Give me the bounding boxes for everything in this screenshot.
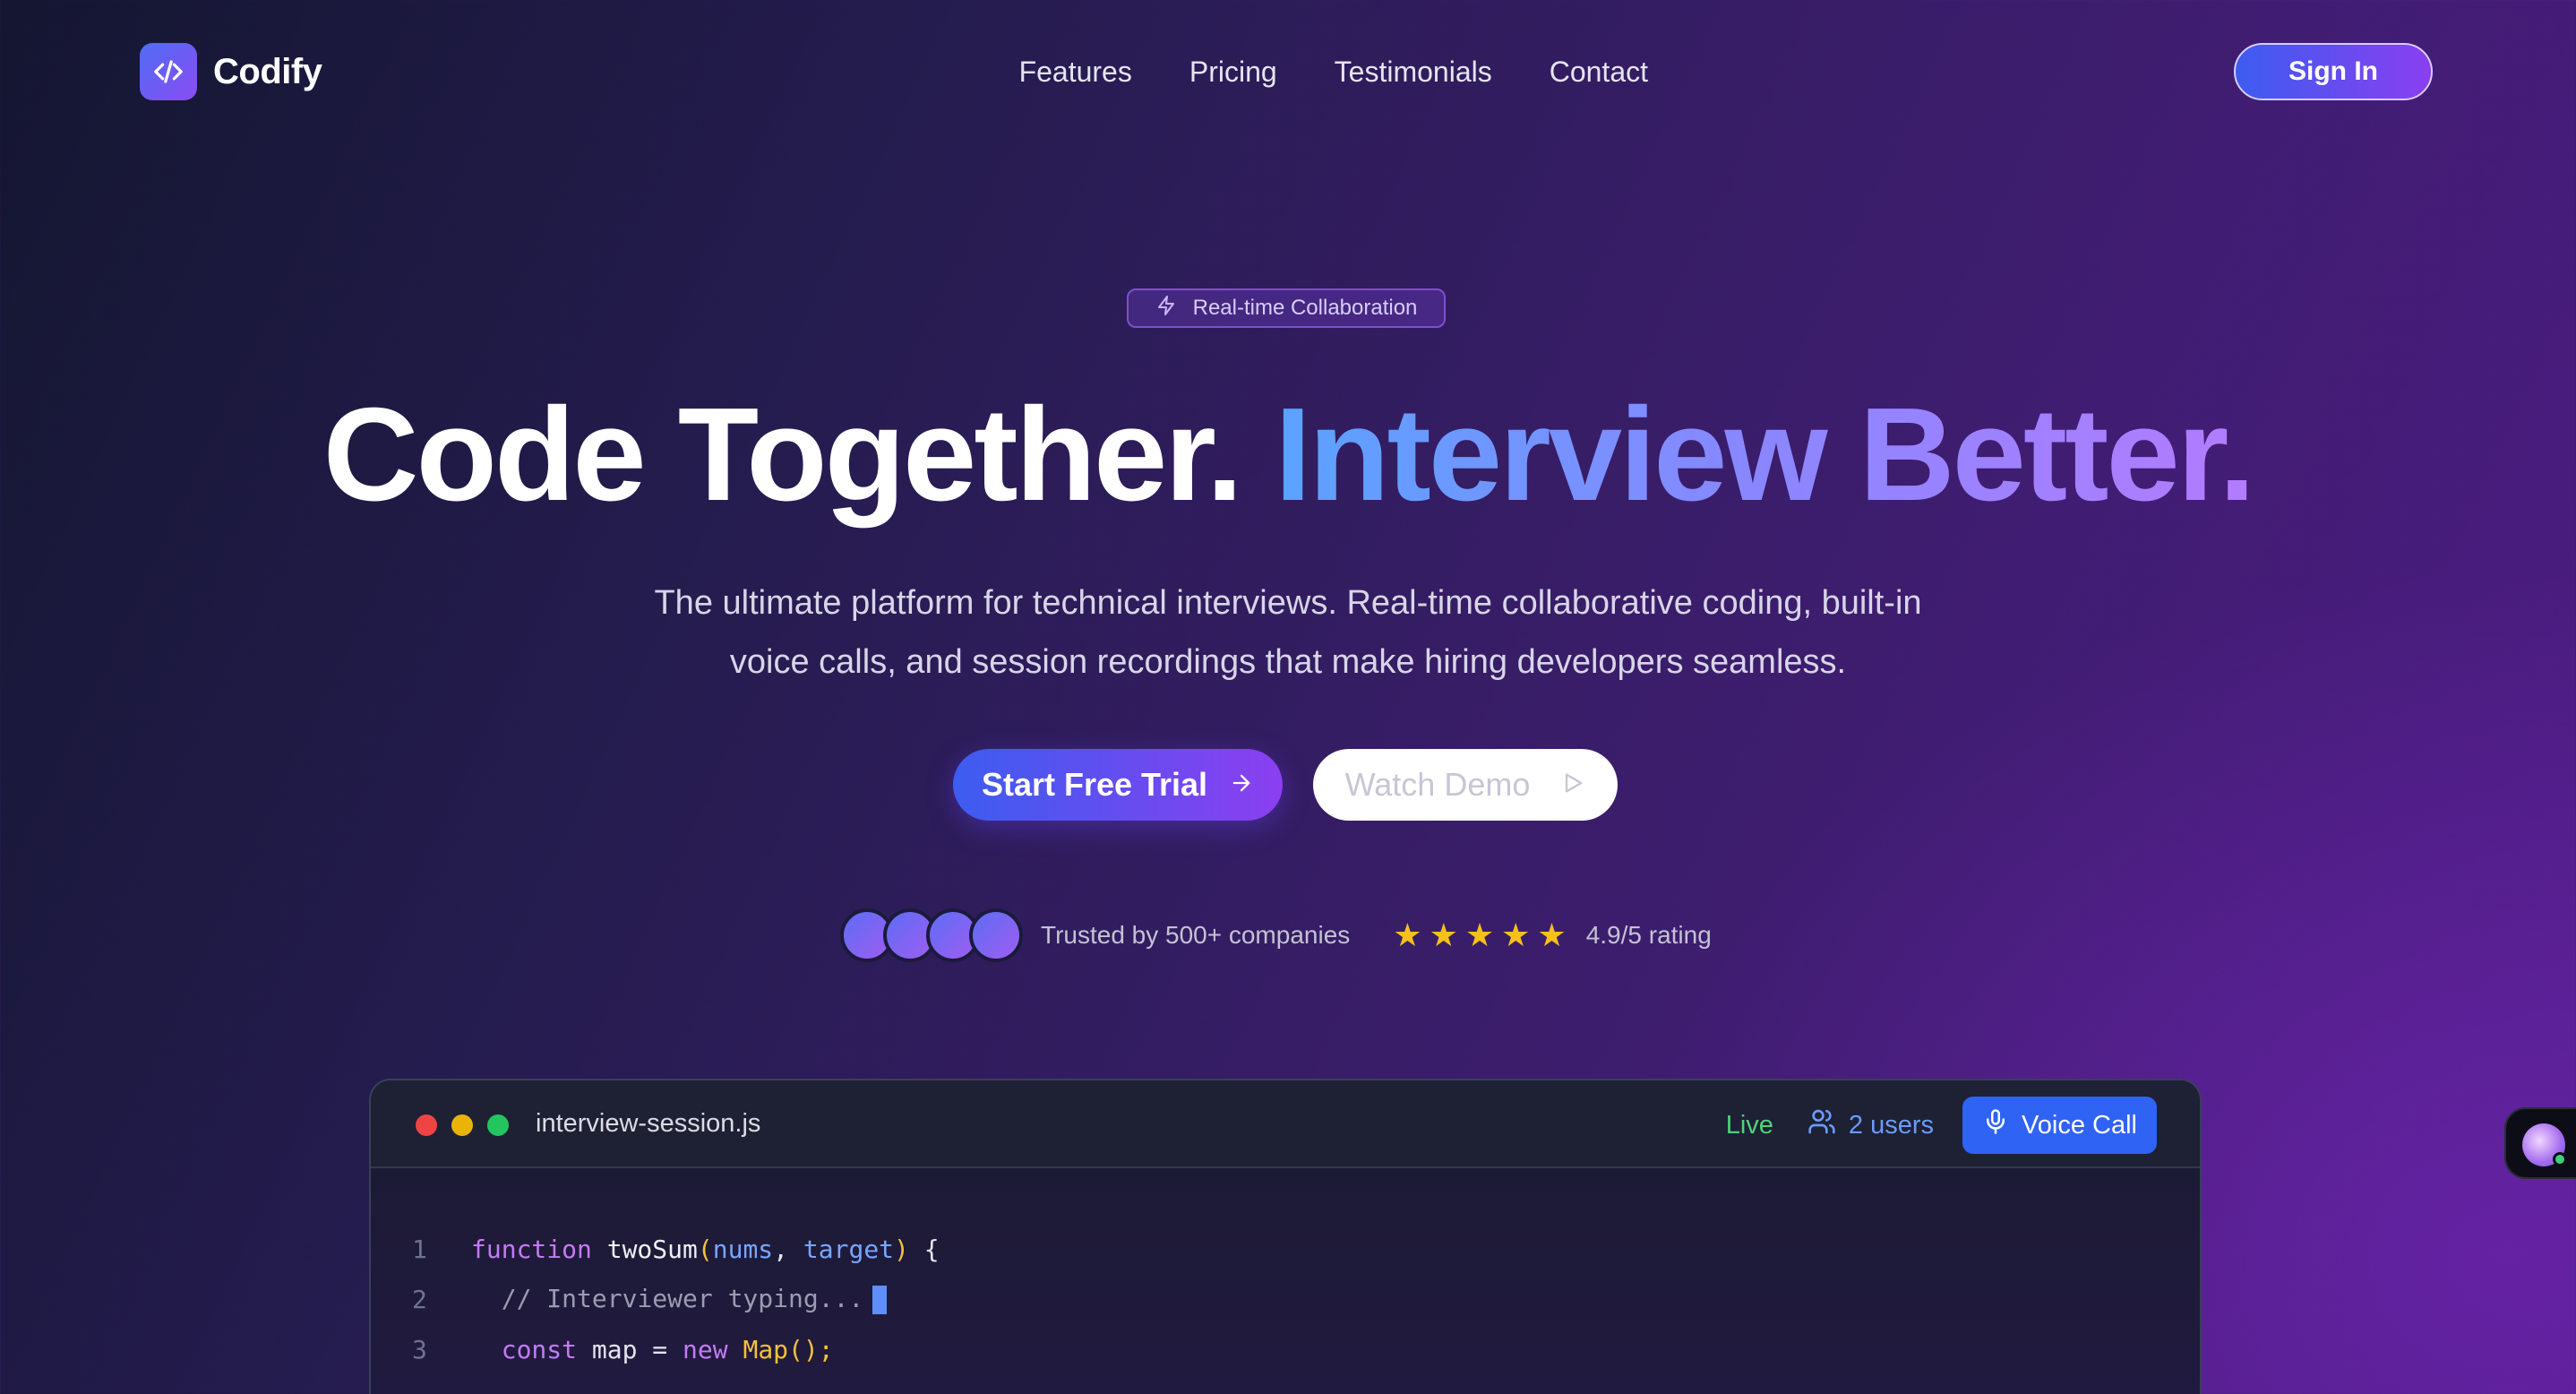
- rating-stars: ★ ★ ★ ★ ★: [1393, 919, 1566, 951]
- hero-subtitle-line-2: voice calls, and session recordings that…: [729, 643, 1847, 681]
- watch-demo-button[interactable]: Watch Demo: [1313, 749, 1618, 821]
- start-free-trial-label: Start Free Trial: [981, 766, 1208, 803]
- users-count: 2 users: [1848, 1110, 1935, 1140]
- window-controls: [416, 1114, 509, 1136]
- microphone-icon: [1982, 1108, 2009, 1142]
- close-dot-icon: [416, 1114, 437, 1136]
- star-icon: ★: [1537, 916, 1567, 953]
- text-cursor: [872, 1286, 888, 1314]
- trusted-companies-text: Trusted by 500+ companies: [1041, 921, 1351, 949]
- nav-link-contact[interactable]: Contact: [1550, 56, 1648, 89]
- star-icon: ★: [1501, 916, 1531, 953]
- maximize-dot-icon: [487, 1114, 509, 1136]
- arrow-right-icon: [1229, 766, 1254, 804]
- code-brackets-icon: [140, 43, 197, 100]
- code-text: function twoSum(nums, target) {: [471, 1234, 940, 1264]
- nav-link-pricing[interactable]: Pricing: [1189, 56, 1277, 89]
- editor-titlebar: interview-session.js Live 2 users Voice …: [371, 1080, 2200, 1168]
- line-number: 3: [412, 1334, 427, 1364]
- nav-link-features[interactable]: Features: [1019, 56, 1132, 89]
- hero-subtitle: The ultimate platform for technical inte…: [571, 573, 2005, 692]
- code-line: 2 // Interviewer typing...: [371, 1274, 2200, 1324]
- hero-title: Code Together. Interview Better.: [0, 374, 2576, 536]
- start-free-trial-button[interactable]: Start Free Trial: [953, 749, 1283, 821]
- hero-title-plain: Code Together.: [322, 381, 1243, 529]
- line-number: 2: [412, 1284, 427, 1314]
- rating-text: 4.9/5 rating: [1585, 921, 1712, 949]
- code-area[interactable]: 1 function twoSum(nums, target) { 2 // I…: [371, 1224, 2200, 1374]
- users-icon: [1807, 1107, 1836, 1143]
- minimize-dot-icon: [451, 1114, 473, 1136]
- nav-links: Features Pricing Testimonials Contact: [1019, 52, 1648, 91]
- session-controls: Live 2 users Voice Call: [1726, 1097, 2157, 1154]
- voice-call-button[interactable]: Voice Call: [1962, 1097, 2157, 1154]
- top-nav: Codify Features Pricing Testimonials Con…: [0, 0, 2576, 143]
- lightning-icon: [1155, 295, 1177, 323]
- star-icon: ★: [1464, 916, 1495, 953]
- code-line: 3 const map = new Map();: [371, 1324, 2200, 1374]
- play-icon: [1560, 766, 1585, 804]
- trust-row: Trusted by 500+ companies ★ ★ ★ ★ ★ 4.9/…: [840, 907, 1712, 964]
- code-text: const map = new Map();: [501, 1334, 834, 1364]
- star-icon: ★: [1393, 916, 1422, 953]
- star-icon: ★: [1429, 916, 1458, 953]
- code-editor-preview: interview-session.js Live 2 users Voice …: [369, 1079, 2202, 1394]
- hero-title-accent: Interview Better.: [1275, 381, 2255, 529]
- feature-badge: Real-time Collaboration: [1127, 288, 1446, 328]
- nav-link-testimonials[interactable]: Testimonials: [1335, 56, 1492, 89]
- badge-label: Real-time Collaboration: [1192, 296, 1418, 320]
- sign-in-button[interactable]: Sign In: [2234, 43, 2433, 100]
- editor-filename: interview-session.js: [536, 1109, 761, 1138]
- live-status: Live: [1725, 1110, 1773, 1140]
- brand-name: Codify: [213, 51, 322, 91]
- brand-logo[interactable]: Codify: [140, 43, 322, 100]
- line-number: 1: [412, 1234, 427, 1264]
- users-indicator[interactable]: 2 users: [1807, 1107, 1934, 1143]
- avatar: [969, 908, 1023, 962]
- watch-demo-label: Watch Demo: [1344, 766, 1531, 803]
- chat-assistant-widget[interactable]: [2504, 1107, 2576, 1179]
- hero-subtitle-line-1: The ultimate platform for technical inte…: [654, 584, 1922, 622]
- online-status-icon: [2553, 1152, 2567, 1166]
- code-text: // Interviewer typing...: [471, 1284, 888, 1314]
- code-line: 1 function twoSum(nums, target) {: [371, 1224, 2200, 1274]
- company-avatars: [840, 908, 1023, 962]
- voice-call-label: Voice Call: [2022, 1110, 2137, 1140]
